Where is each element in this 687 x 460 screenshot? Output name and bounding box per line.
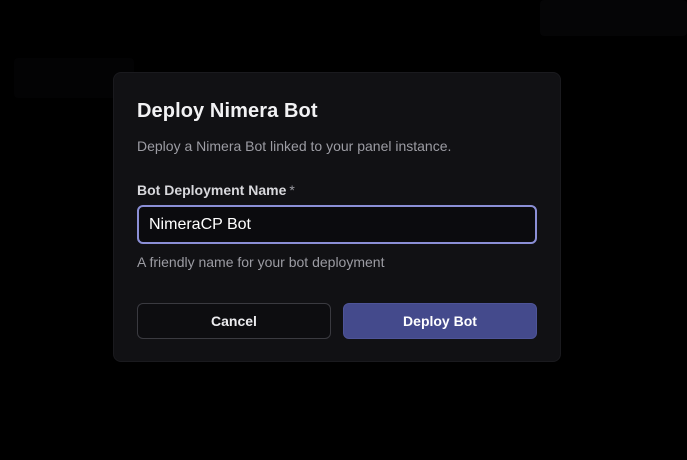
required-marker: *: [289, 182, 295, 198]
dialog-title: Deploy Nimera Bot: [137, 100, 318, 122]
bot-name-input[interactable]: [137, 205, 537, 244]
dialog-description: Deploy a Nimera Bot linked to your panel…: [137, 138, 452, 154]
deploy-bot-button[interactable]: Deploy Bot: [343, 303, 537, 339]
deploy-bot-dialog: Deploy Nimera Bot Deploy a Nimera Bot li…: [113, 72, 561, 362]
cancel-button[interactable]: Cancel: [137, 303, 331, 339]
bot-name-label-text: Bot Deployment Name: [137, 182, 287, 198]
bot-name-label: Bot Deployment Name *: [137, 182, 295, 198]
background-panel: [540, 0, 687, 36]
bot-name-hint: A friendly name for your bot deployment: [137, 254, 385, 270]
